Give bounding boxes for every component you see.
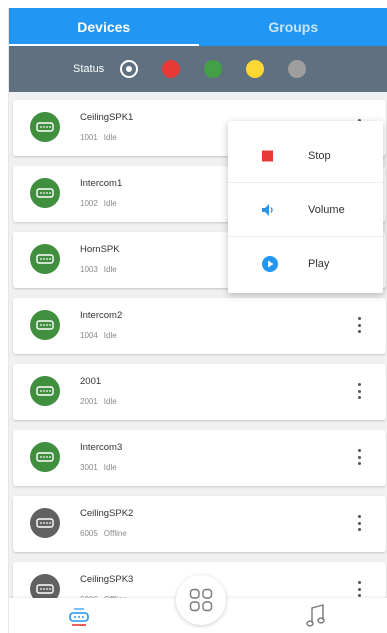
menu-item-stop[interactable]: Stop [228, 129, 383, 182]
more-options-icon[interactable] [354, 314, 364, 336]
speaker-device-icon [30, 376, 60, 406]
status-filter-gray[interactable] [288, 60, 307, 78]
more-options-icon[interactable] [354, 578, 364, 600]
device-number: 1001 [80, 133, 98, 142]
device-name: Intercom3 [80, 442, 123, 453]
device-status: Offline [103, 529, 127, 538]
device-row[interactable]: 2001 2001 Idle [13, 364, 386, 420]
device-meta: 2001 Idle [80, 397, 117, 406]
status-filter-bar: Status [9, 46, 387, 92]
device-name: CeilingSPK3 [80, 574, 134, 585]
speaker-device-icon [30, 244, 60, 274]
status-filter-red[interactable] [162, 60, 181, 78]
device-meta: 1002 Idle [80, 199, 117, 208]
device-row[interactable]: CeilingSPK2 6005 Offline [13, 496, 386, 552]
device-status: Idle [103, 463, 117, 472]
menu-item-label: Volume [308, 203, 345, 216]
device-number: 6005 [80, 529, 98, 538]
device-number: 1002 [80, 199, 98, 208]
more-options-icon[interactable] [354, 512, 364, 534]
device-meta: 1001 Idle [80, 133, 117, 142]
device-row[interactable]: Intercom3 3001 Idle [13, 430, 386, 486]
speaker-device-icon [30, 178, 60, 208]
menu-item-label: Play [308, 257, 330, 270]
device-meta: 1003 Idle [80, 265, 117, 274]
device-number: 3001 [80, 463, 98, 472]
status-label: Status [73, 63, 105, 75]
device-meta: 1004 Idle [80, 331, 117, 340]
device-row[interactable]: Intercom2 1004 Idle [13, 298, 386, 354]
speaker-device-icon [30, 112, 60, 142]
music-icon[interactable] [305, 603, 327, 629]
tab-groups[interactable]: Groups [199, 8, 387, 46]
device-name: CeilingSPK1 [80, 112, 134, 123]
device-action-menu: Stop Volume Play [228, 121, 383, 293]
device-meta: 3001 Idle [80, 463, 117, 472]
device-status: Idle [103, 331, 117, 340]
device-name: Intercom2 [80, 310, 123, 321]
device-number: 1003 [80, 265, 98, 274]
device-number: 1004 [80, 331, 98, 340]
status-filter-all[interactable] [120, 60, 139, 78]
device-name: 2001 [80, 376, 102, 387]
device-name: CeilingSPK2 [80, 508, 134, 519]
devices-icon[interactable] [67, 606, 91, 628]
device-number: 2001 [80, 397, 98, 406]
speaker-device-icon [30, 310, 60, 340]
status-filter-green[interactable] [204, 60, 223, 78]
device-meta: 6005 Offline [80, 529, 127, 538]
speaker-device-icon [30, 442, 60, 472]
menu-item-play[interactable]: Play [228, 237, 383, 290]
grid-icon[interactable] [176, 575, 226, 625]
menu-item-volume[interactable]: Volume [228, 183, 383, 236]
device-name: Intercom1 [80, 178, 123, 189]
volume-icon [262, 203, 276, 216]
device-status: Idle [103, 199, 117, 208]
tab-devices[interactable]: Devices [9, 8, 199, 46]
menu-item-label: Stop [308, 149, 331, 162]
device-status: Idle [103, 265, 117, 274]
speaker-device-icon [30, 508, 60, 538]
tab-bar: Devices Groups [9, 8, 387, 46]
app-frame: Devices Groups Status CeilingSPK1 1001 Id… [8, 8, 387, 633]
status-filter-yellow[interactable] [246, 60, 265, 78]
more-options-icon[interactable] [354, 446, 364, 468]
device-status: Idle [103, 397, 117, 406]
stop-icon [262, 150, 273, 161]
play-icon [262, 255, 278, 272]
device-name: HornSPK [80, 244, 120, 255]
more-options-icon[interactable] [354, 380, 364, 402]
device-status: Idle [103, 133, 117, 142]
